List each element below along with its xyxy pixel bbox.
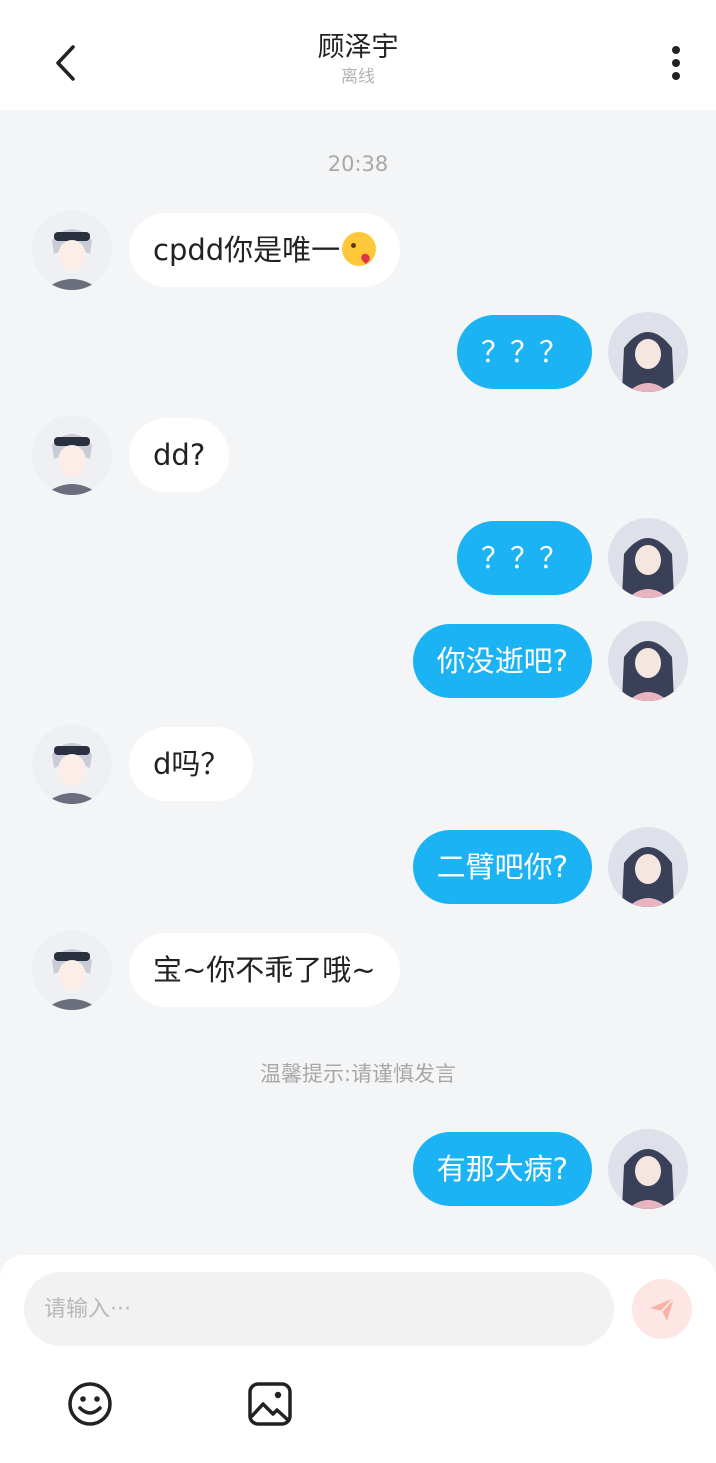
- message-text: 宝~你不乖了哦~: [153, 953, 376, 987]
- my-avatar[interactable]: [608, 621, 688, 701]
- paper-plane-icon: [650, 1297, 675, 1321]
- safety-tip: 温馨提示:请谨慎发言: [259, 1062, 457, 1086]
- message-text: ？？？: [480, 335, 568, 369]
- contact-status: 离线: [341, 67, 375, 87]
- contact-avatar[interactable]: [32, 724, 112, 804]
- message-text: 你没逝吧?: [436, 644, 568, 678]
- send-button[interactable]: [632, 1279, 692, 1339]
- timestamp: 20:38: [327, 152, 389, 176]
- message-bubble[interactable]: ？？？: [456, 315, 592, 389]
- my-avatar[interactable]: [608, 518, 688, 598]
- kissing-heart-emoji-icon: [342, 232, 377, 266]
- more-button[interactable]: [656, 38, 696, 88]
- message-outgoing: ？？？: [0, 518, 716, 598]
- message-text: 有那大病?: [436, 1152, 568, 1186]
- image-icon: [248, 1382, 292, 1426]
- message-incoming: 宝~你不乖了哦~: [0, 930, 716, 1010]
- chat-page: 顾泽宇 离线 20:38 cpdd你是唯一 ？？？ dd? ？？？ 你没逝吧? …: [0, 0, 716, 1463]
- contact-avatar[interactable]: [32, 930, 112, 1010]
- emoji-button[interactable]: [66, 1380, 114, 1428]
- message-outgoing: ？？？: [0, 312, 716, 392]
- message-incoming: dd?: [0, 415, 716, 495]
- message-text: cpdd你是唯一: [153, 233, 341, 267]
- contact-avatar[interactable]: [32, 415, 112, 495]
- message-outgoing: 你没逝吧?: [0, 621, 716, 701]
- my-avatar[interactable]: [608, 312, 688, 392]
- message-text: ？？？: [480, 541, 568, 575]
- message-incoming: cpdd你是唯一: [0, 210, 716, 290]
- message-incoming: d吗？: [0, 724, 716, 804]
- message-text: d吗？: [153, 747, 230, 781]
- composer: [0, 1255, 716, 1463]
- message-bubble[interactable]: 二臂吧你?: [412, 830, 592, 904]
- my-avatar[interactable]: [608, 827, 688, 907]
- message-input[interactable]: [24, 1272, 614, 1346]
- message-bubble[interactable]: 宝~你不乖了哦~: [129, 933, 400, 1007]
- message-bubble[interactable]: cpdd你是唯一: [129, 213, 401, 287]
- contact-name: 顾泽宇: [317, 32, 399, 63]
- message-bubble[interactable]: dd?: [129, 418, 230, 492]
- message-bubble[interactable]: 你没逝吧?: [412, 624, 592, 698]
- my-avatar[interactable]: [608, 1129, 688, 1209]
- message-bubble[interactable]: ？？？: [456, 521, 592, 595]
- image-button[interactable]: [246, 1380, 294, 1428]
- message-outgoing: 二臂吧你?: [0, 827, 716, 907]
- smiley-icon: [68, 1382, 112, 1426]
- contact-avatar[interactable]: [32, 210, 112, 290]
- title-block: 顾泽宇 离线: [0, 30, 716, 88]
- message-list[interactable]: 20:38 cpdd你是唯一 ？？？ dd? ？？？ 你没逝吧? d吗？ 二臂吧…: [0, 110, 716, 1255]
- chat-header: 顾泽宇 离线: [0, 0, 716, 110]
- message-text: 二臂吧你?: [436, 850, 568, 884]
- message-outgoing: 有那大病?: [0, 1129, 716, 1209]
- message-text: dd?: [153, 438, 206, 472]
- message-bubble[interactable]: d吗？: [129, 727, 254, 801]
- message-bubble[interactable]: 有那大病?: [412, 1132, 592, 1206]
- more-vertical-icon: [672, 46, 680, 80]
